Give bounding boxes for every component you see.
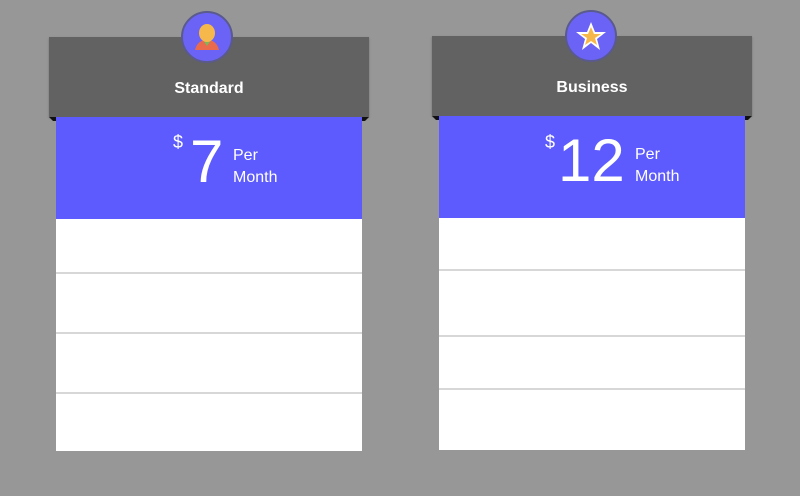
period-line2-standard: Month: [233, 169, 278, 186]
currency-symbol-business: $: [545, 132, 556, 152]
feature-list-standard: [56, 219, 362, 451]
feature-row: [56, 272, 362, 332]
plan-title-standard: Standard: [174, 80, 244, 97]
star-icon: [576, 22, 606, 50]
badge-standard: [181, 11, 233, 63]
feature-row: [439, 218, 745, 269]
feature-row: [439, 269, 745, 335]
period-line1-business: Per: [635, 146, 660, 163]
price-amount-business: 12: [558, 127, 625, 194]
feature-row: [56, 219, 362, 272]
badge-business: [565, 10, 617, 62]
currency-symbol-standard: $: [173, 132, 184, 152]
price-amount-standard: 7: [190, 128, 224, 195]
feature-row: [439, 335, 745, 388]
period-line2-business: Month: [635, 168, 680, 185]
user-avatar-icon: [195, 24, 219, 50]
price-panel-business: $ 12 Per Month: [439, 116, 745, 218]
plan-title-business: Business: [556, 79, 628, 96]
pricing-card-business: Business $ 12 Per Month: [432, 10, 752, 450]
feature-row: [56, 392, 362, 451]
feature-list-business: [439, 218, 745, 450]
feature-row: [56, 332, 362, 392]
feature-row: [439, 388, 745, 450]
pricing-page: Standard $ 7 Per Month Business $ 12 Per…: [0, 0, 800, 496]
pricing-card-standard: Standard $ 7 Per Month: [49, 11, 369, 451]
price-panel-standard: $ 7 Per Month: [56, 117, 362, 219]
period-line1-standard: Per: [233, 147, 258, 164]
